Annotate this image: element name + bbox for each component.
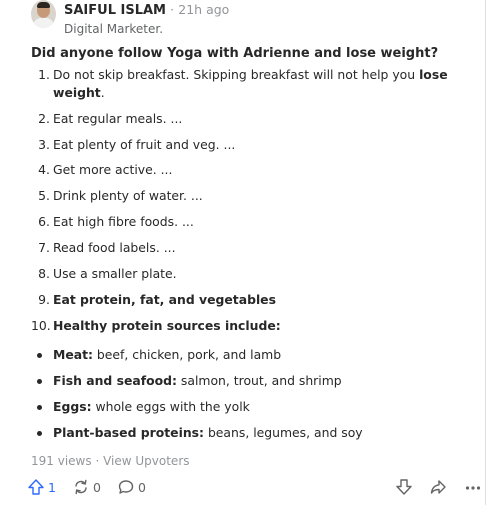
list-number: 7. (38, 240, 50, 255)
bullet-dot (37, 431, 42, 436)
list-item: 3. Eat plenty of fruit and veg. ... (31, 136, 461, 154)
list-text: Do not skip breakfast. Skipping breakfas… (53, 67, 448, 100)
bullet-text: Plant-based proteins: beans, legumes, an… (53, 425, 363, 440)
list-number: 8. (38, 266, 50, 281)
bullet-item: Meat: beef, chicken, pork, and lamb (31, 346, 461, 364)
view-count: 191 views (31, 454, 92, 468)
bullet-item: Fish and seafood: salmon, trout, and shr… (31, 372, 461, 390)
downvote-arrow-icon (396, 479, 412, 495)
list-text: Get more active. ... (53, 162, 173, 177)
list-text: Drink plenty of water. ... (53, 188, 203, 203)
share-button[interactable]: 0 (72, 476, 101, 498)
list-text: Eat high fibre foods. ... (53, 214, 194, 229)
bullet-dot (37, 405, 42, 410)
list-number: 6. (38, 214, 50, 229)
list-text: Use a smaller plate. (53, 266, 177, 281)
answer-header: SAIFUL ISLAM · 21h ago Digital Marketer. (31, 0, 471, 40)
list-number: 5. (38, 188, 50, 203)
list-number: 3. (38, 137, 50, 152)
view-upvoters-link[interactable]: View Upvoters (103, 454, 189, 468)
share-count: 0 (93, 479, 101, 495)
downvote-button[interactable] (395, 476, 413, 498)
upvote-button[interactable]: 1 (27, 476, 56, 498)
answer-stats: 191 views · View Upvoters (31, 453, 190, 469)
list-text: Eat protein, fat, and vegetables (53, 292, 276, 307)
stats-separator: · (95, 454, 100, 468)
comment-button[interactable]: 0 (117, 476, 146, 498)
reshare-icon (75, 479, 87, 495)
comment-bubble-icon (118, 480, 134, 494)
bullet-item: Plant-based proteins: beans, legumes, an… (31, 424, 461, 442)
author-line: SAIFUL ISLAM · 21h ago (64, 1, 229, 19)
author-separator: · (170, 2, 175, 17)
share-arrow-icon (430, 480, 446, 494)
upvote-arrow-icon (28, 479, 44, 495)
list-item: 6. Eat high fibre foods. ... (31, 213, 461, 231)
bullet-dot (37, 353, 42, 358)
list-text: Eat regular meals. ... (53, 111, 183, 126)
bullet-item: Eggs: whole eggs with the yolk (31, 398, 461, 416)
bullet-text: Eggs: whole eggs with the yolk (53, 399, 250, 414)
author-credential[interactable]: Digital Marketer. (64, 21, 163, 37)
list-text: Read food labels. ... (53, 240, 176, 255)
list-item: 1. Do not skip breakfast. Skipping break… (31, 66, 461, 102)
list-number: 9. (38, 292, 50, 307)
share-link-button[interactable] (429, 476, 447, 498)
list-item: 8. Use a smaller plate. (31, 265, 461, 283)
upvote-count: 1 (48, 479, 56, 495)
answer-card: SAIFUL ISLAM · 21h ago Digital Marketer.… (0, 0, 486, 505)
list-item: 4. Get more active. ... (31, 161, 461, 179)
timestamp[interactable]: 21h ago (178, 2, 229, 17)
list-number: 1. (38, 67, 50, 82)
bullet-text: Meat: beef, chicken, pork, and lamb (53, 347, 282, 362)
comment-count: 0 (138, 479, 146, 495)
list-item: 7. Read food labels. ... (31, 239, 461, 257)
avatar[interactable] (31, 0, 56, 28)
more-options-button[interactable] (464, 476, 482, 498)
bullet-text: Fish and seafood: salmon, trout, and shr… (53, 373, 342, 388)
list-item: 9. Eat protein, fat, and vegetables (31, 291, 461, 309)
list-item: 10. Healthy protein sources include: (31, 317, 461, 335)
author-name[interactable]: SAIFUL ISLAM (64, 3, 166, 18)
list-text: Eat plenty of fruit and veg. ... (53, 137, 236, 152)
list-number: 4. (38, 162, 50, 177)
list-text: Healthy protein sources include: (53, 318, 281, 333)
list-number: 2. (38, 111, 50, 126)
action-bar: 1 0 0 (27, 476, 482, 498)
list-item: 5. Drink plenty of water. ... (31, 187, 461, 205)
bullet-dot (37, 379, 42, 384)
more-dots-icon (465, 486, 481, 490)
list-item: 2. Eat regular meals. ... (31, 110, 461, 128)
list-number: 10. (31, 318, 51, 333)
question-title[interactable]: Did anyone follow Yoga with Adrienne and… (31, 45, 438, 62)
